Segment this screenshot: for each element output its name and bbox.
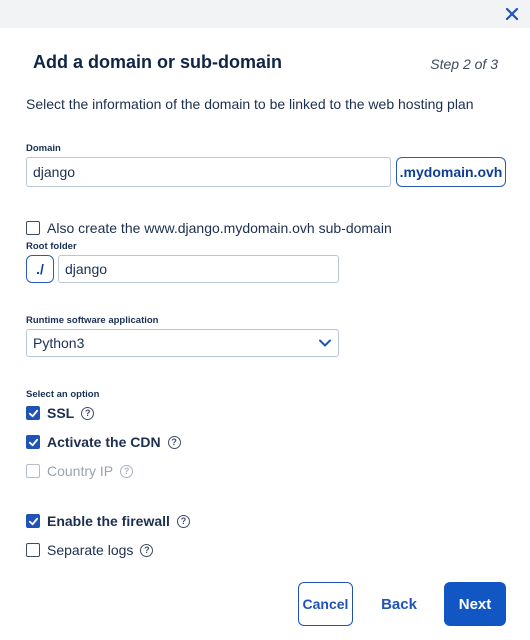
domain-input[interactable]: django xyxy=(26,157,391,187)
country-ip-label: Country IP xyxy=(47,463,114,479)
help-icon[interactable]: ? xyxy=(167,435,181,449)
runtime-select[interactable]: Python3 xyxy=(26,329,339,357)
domain-input-value: django xyxy=(33,164,76,180)
check-icon xyxy=(28,409,38,417)
back-button[interactable]: Back xyxy=(370,582,428,626)
dialog-intro: Select the information of the domain to … xyxy=(26,96,474,112)
step-indicator: Step 2 of 3 xyxy=(430,56,498,72)
ssl-label: SSL xyxy=(47,405,75,421)
country-ip-checkbox xyxy=(26,464,40,478)
firewall-label: Enable the firewall xyxy=(47,513,170,529)
next-button[interactable]: Next xyxy=(444,582,506,626)
help-icon: ? xyxy=(120,464,134,478)
option-country-ip: Country IP ? xyxy=(26,463,134,479)
separate-logs-label: Separate logs xyxy=(47,542,134,558)
root-folder-prefix-button[interactable]: ./ xyxy=(26,255,54,283)
domain-suffix-label: .mydomain.ovh xyxy=(399,164,503,180)
option-firewall[interactable]: Enable the firewall ? xyxy=(26,513,190,529)
dialog-title: Add a domain or sub-domain xyxy=(33,52,283,72)
chevron-down-icon xyxy=(319,339,331,347)
help-icon[interactable]: ? xyxy=(176,514,190,528)
next-button-label: Next xyxy=(458,595,492,613)
option-ssl[interactable]: SSL ? xyxy=(26,405,95,421)
root-folder-label: Root folder xyxy=(26,241,77,252)
option-cdn[interactable]: Activate the CDN ? xyxy=(26,434,181,450)
domain-suffix-button[interactable]: .mydomain.ovh xyxy=(396,157,506,187)
ssl-checkbox[interactable] xyxy=(26,406,40,420)
root-folder-input[interactable]: django xyxy=(58,255,339,283)
check-icon xyxy=(28,438,38,446)
cancel-button[interactable]: Cancel xyxy=(298,582,353,626)
www-subdomain-label: Also create the www.django.mydomain.ovh … xyxy=(47,220,392,236)
domain-label: Domain xyxy=(26,143,61,154)
check-icon xyxy=(28,517,38,525)
option-separate-logs[interactable]: Separate logs ? xyxy=(26,542,154,558)
close-icon xyxy=(505,7,519,21)
runtime-label: Runtime software application xyxy=(26,315,159,326)
runtime-selected-value: Python3 xyxy=(33,335,85,351)
back-button-label: Back xyxy=(381,595,417,613)
www-subdomain-option[interactable]: Also create the www.django.mydomain.ovh … xyxy=(26,220,392,236)
root-folder-value: django xyxy=(65,261,108,277)
root-folder-prefix: ./ xyxy=(36,261,44,277)
dialog-top-bar xyxy=(0,0,530,28)
close-button[interactable] xyxy=(502,4,522,24)
options-label: Select an option xyxy=(26,389,100,400)
separate-logs-checkbox[interactable] xyxy=(26,543,40,557)
help-icon[interactable]: ? xyxy=(140,543,154,557)
firewall-checkbox[interactable] xyxy=(26,514,40,528)
cancel-button-label: Cancel xyxy=(302,596,349,612)
cdn-checkbox[interactable] xyxy=(26,435,40,449)
cdn-label: Activate the CDN xyxy=(47,434,161,450)
help-icon[interactable]: ? xyxy=(81,406,95,420)
www-subdomain-checkbox[interactable] xyxy=(26,221,40,235)
